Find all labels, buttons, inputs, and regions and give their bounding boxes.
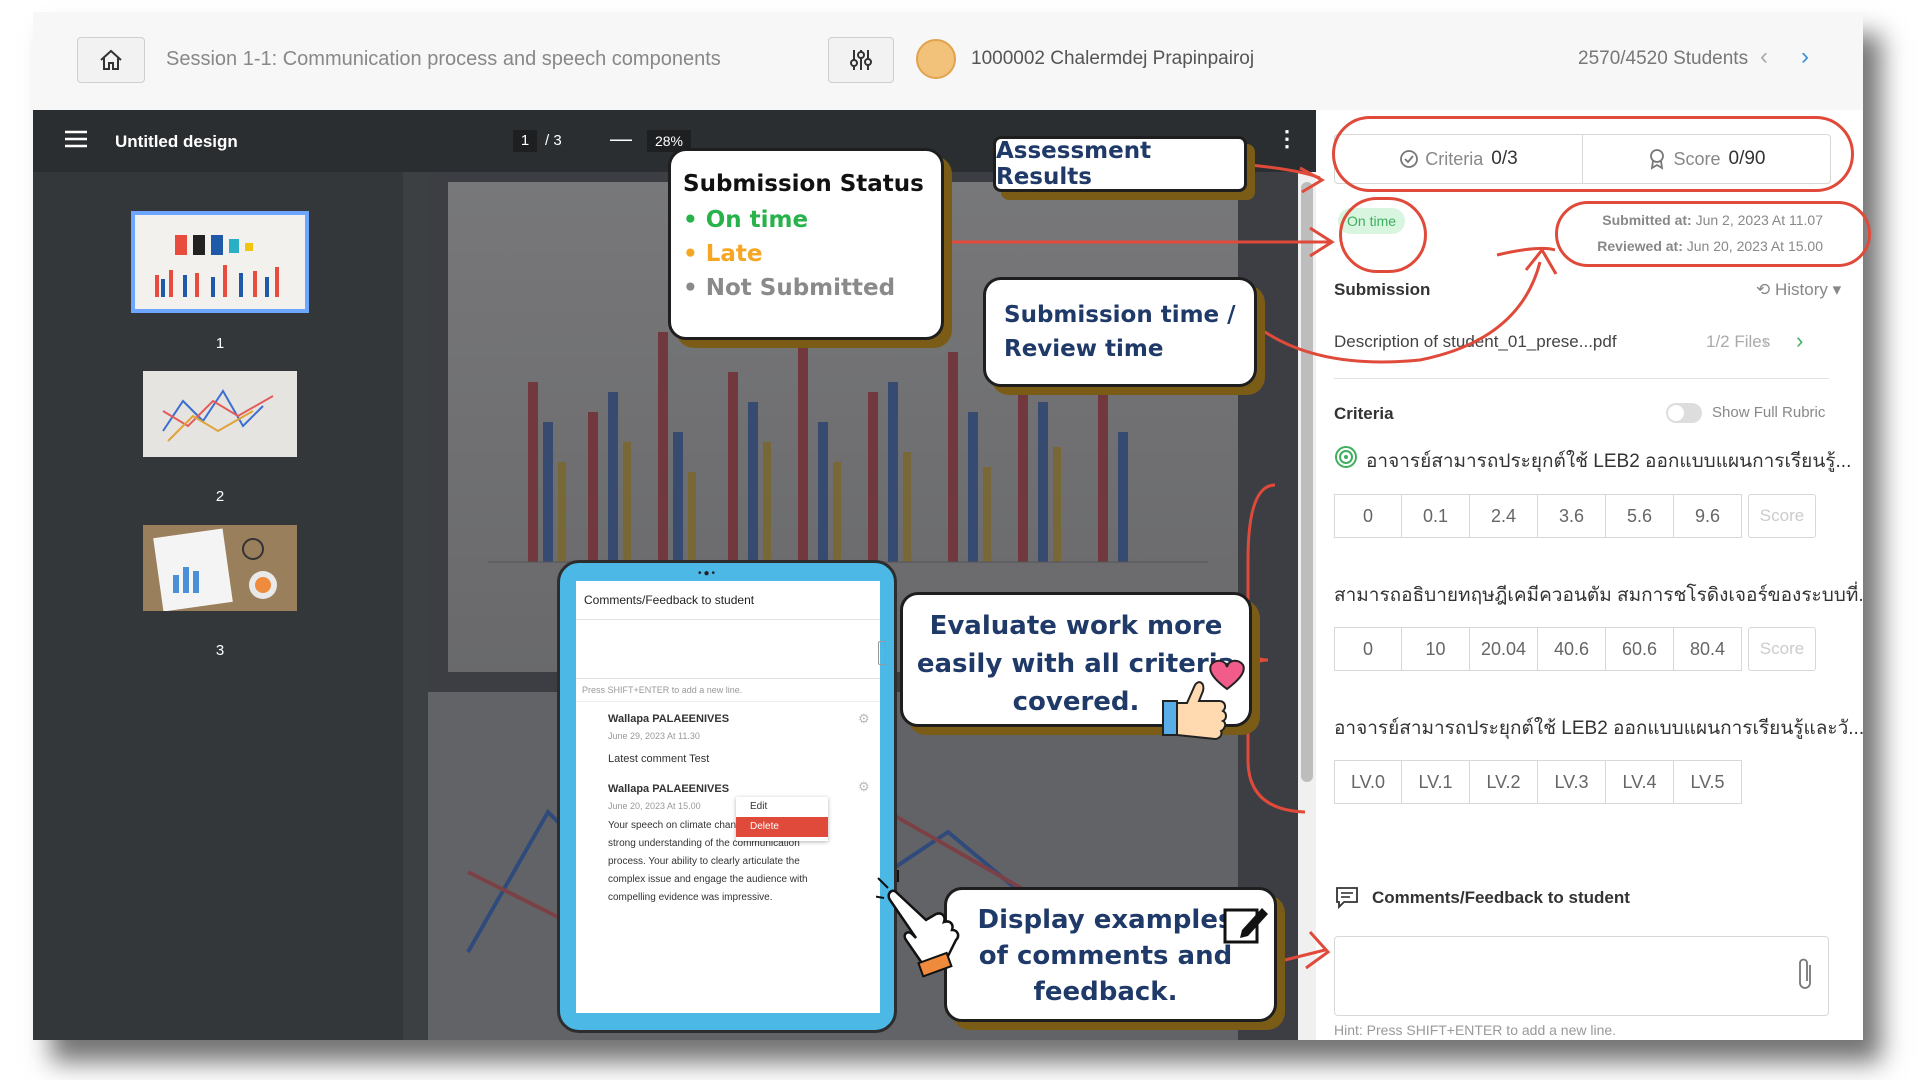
pointing-hand-icon <box>876 870 960 978</box>
arrow-head-times <box>1524 247 1558 275</box>
callout-assessment-results: Assessment Results <box>993 136 1247 192</box>
bracket-criteria <box>1246 483 1306 814</box>
callout-examples: Display examples of comments and feedbac… <box>944 887 1277 1022</box>
arrow-head-comments <box>1305 930 1331 970</box>
status-legend-ontime: • On time <box>683 207 809 233</box>
comment-text: Latest comment Test <box>608 753 710 765</box>
callout-submission-time: Submission time / Review time <box>983 277 1257 387</box>
menu-item-delete[interactable]: Delete <box>736 817 828 837</box>
highlight-assessment-tabs <box>1332 116 1854 192</box>
tablet-divider <box>576 701 880 702</box>
callout-status-title: Submission Status <box>683 171 924 197</box>
callout-submission-status: Submission Status • On time • Late • Not… <box>668 148 944 340</box>
callout-examples-text: Display examples of comments and feedbac… <box>977 905 1234 1007</box>
comment-author: Wallapa PALAEENIVES <box>608 713 730 725</box>
tablet-screen: Comments/Feedback to student Press SHIFT… <box>576 581 880 1013</box>
highlight-submission-times <box>1555 201 1871 267</box>
menu-item-edit[interactable]: Edit <box>736 797 828 817</box>
tablet-hint: Press SHIFT+ENTER to add a new line. <box>582 685 743 695</box>
thumbs-up-heart-icon <box>1162 659 1245 741</box>
tablet-camera-dots: •●• <box>698 568 718 579</box>
comment-date: June 20, 2023 At 15.00 <box>608 801 701 811</box>
edit-pencil-icon <box>1223 908 1268 944</box>
tablet-comment-input[interactable] <box>576 619 880 679</box>
callout-evaluate: Evaluate work more easily with all crite… <box>900 592 1252 741</box>
comment-author: Wallapa PALAEENIVES <box>608 783 730 795</box>
comment-settings-icon[interactable]: ⚙ <box>858 779 870 795</box>
comment-context-menu: Edit Delete <box>736 797 828 841</box>
comment-date: June 29, 2023 At 11.30 <box>608 731 700 741</box>
tablet-side-button <box>878 641 886 665</box>
tablet-heading: Comments/Feedback to student <box>584 593 755 607</box>
arrow-tail-times <box>1496 246 1556 257</box>
comments-tablet-mockup: •●• Comments/Feedback to student Press S… <box>557 560 897 1033</box>
arrow-line-times <box>1261 261 1542 364</box>
status-legend-late: • Late <box>683 241 763 267</box>
comment-settings-icon[interactable]: ⚙ <box>858 711 870 727</box>
highlight-status-badge <box>1339 197 1427 273</box>
status-legend-not-submitted: • Not Submitted <box>683 275 896 301</box>
